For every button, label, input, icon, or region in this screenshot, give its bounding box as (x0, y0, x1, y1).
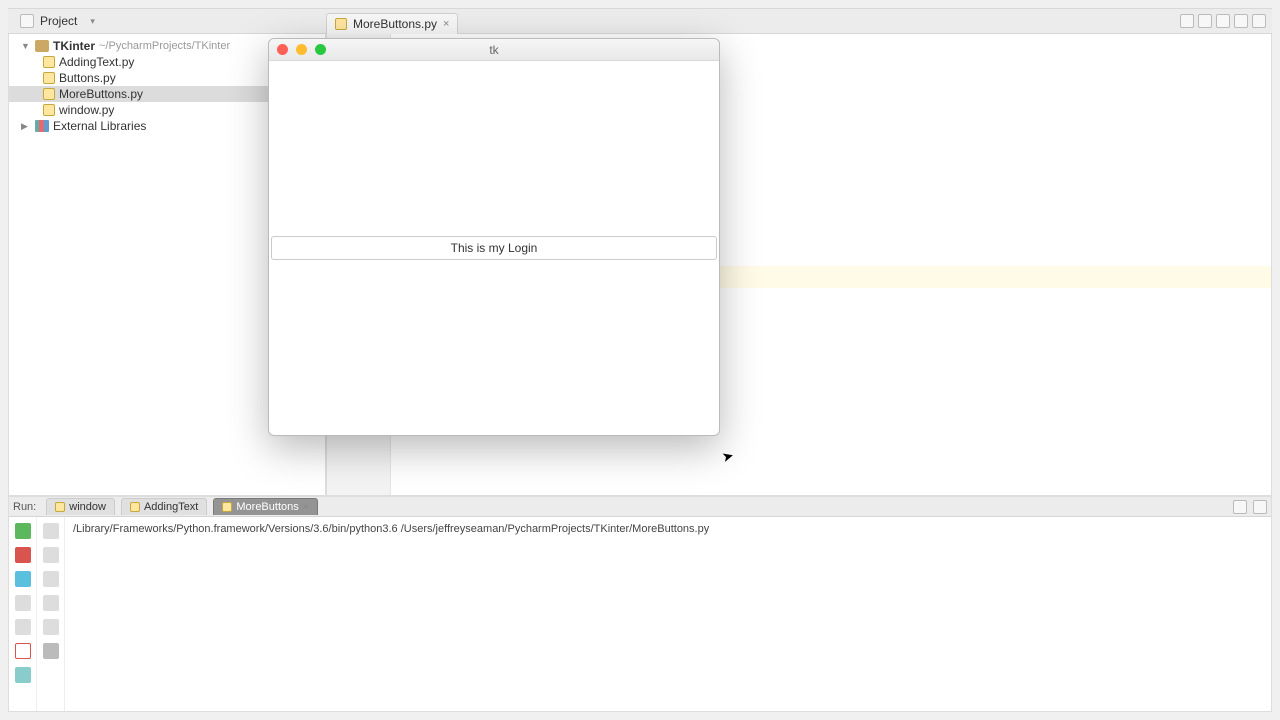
tk-titlebar[interactable]: tk (269, 39, 719, 61)
python-file-icon (43, 56, 55, 68)
scroll-button[interactable] (43, 595, 59, 611)
python-file-icon (43, 88, 55, 100)
python-file-icon (335, 18, 347, 30)
run-body: /Library/Frameworks/Python.framework/Ver… (9, 517, 1271, 711)
clear-button[interactable] (43, 643, 59, 659)
run-tab-window[interactable]: window (46, 498, 115, 515)
python-file-icon (43, 104, 55, 116)
gear-icon[interactable] (1216, 14, 1230, 28)
collapse-icon[interactable] (1234, 14, 1248, 28)
close-window-icon[interactable] (277, 44, 288, 55)
run-controls-right (37, 517, 65, 711)
project-root-path: ~/PycharmProjects/TKinter (99, 40, 230, 52)
editor-tab-label: MoreButtons.py (353, 17, 437, 31)
run-tab-label: AddingText (144, 501, 198, 513)
minimize-icon[interactable] (1253, 500, 1267, 514)
external-libraries-label: External Libraries (53, 119, 146, 133)
run-tab-label: MoreButtons (236, 501, 298, 513)
file-label: window.py (59, 103, 114, 117)
file-label: AddingText.py (59, 55, 134, 69)
hide-icon[interactable] (1252, 14, 1266, 28)
sync-icon[interactable] (1180, 14, 1194, 28)
rerun-button[interactable] (15, 523, 31, 539)
run-tab-addingtext[interactable]: AddingText (121, 498, 207, 515)
file-label: MoreButtons.py (59, 87, 143, 101)
libraries-icon (35, 120, 49, 132)
console-line: /Library/Frameworks/Python.framework/Ver… (73, 523, 1263, 535)
file-label: Buttons.py (59, 71, 116, 85)
tk-app-window[interactable]: tk This is my Login (268, 38, 720, 436)
run-tab-label: window (69, 501, 106, 513)
minimize-window-icon[interactable] (296, 44, 307, 55)
run-tab-morebuttons[interactable]: MoreButtons × (213, 498, 317, 515)
autoscroll-icon[interactable] (1198, 14, 1212, 28)
traffic-lights (277, 44, 326, 55)
chevron-down-icon: ▾ (90, 16, 95, 27)
close-run-button[interactable] (15, 643, 31, 659)
project-icon (20, 14, 34, 28)
run-console-output[interactable]: /Library/Frameworks/Python.framework/Ver… (65, 517, 1271, 711)
python-file-icon (55, 502, 65, 512)
layout-button[interactable] (15, 595, 31, 611)
run-controls-left (9, 517, 37, 711)
tk-window-body: This is my Login (269, 61, 719, 435)
up-button[interactable] (43, 523, 59, 539)
python-file-icon (222, 502, 232, 512)
project-root-name: TKinter (53, 39, 95, 53)
python-file-icon (43, 72, 55, 84)
run-header: Run: window AddingText MoreButtons × (9, 497, 1271, 517)
tk-window-title: tk (489, 43, 498, 57)
close-icon[interactable]: × (443, 18, 449, 30)
editor-tab-morebuttons[interactable]: MoreButtons.py × (326, 13, 458, 34)
wrap-button[interactable] (43, 571, 59, 587)
main-toolbar: Project ▾ (8, 8, 1272, 34)
print-button[interactable] (43, 619, 59, 635)
python-file-icon (130, 502, 140, 512)
project-dropdown-label: Project (40, 14, 77, 28)
pause-button[interactable] (15, 571, 31, 587)
chevron-right-icon[interactable]: ▶ (21, 121, 31, 132)
chevron-down-icon[interactable]: ▼ (21, 41, 31, 51)
down-button[interactable] (43, 547, 59, 563)
run-label: Run: (13, 501, 40, 513)
stop-button[interactable] (15, 547, 31, 563)
login-button[interactable]: This is my Login (271, 236, 717, 260)
project-dropdown[interactable]: Project ▾ (40, 14, 95, 28)
pin-button[interactable] (15, 619, 31, 635)
run-tool-window: Run: window AddingText MoreButtons × (8, 496, 1272, 712)
help-button[interactable] (15, 667, 31, 683)
close-icon[interactable]: × (303, 502, 309, 513)
gear-icon[interactable] (1233, 500, 1247, 514)
zoom-window-icon[interactable] (315, 44, 326, 55)
folder-icon (35, 40, 49, 52)
editor-tabs: MoreButtons.py × (326, 8, 458, 34)
